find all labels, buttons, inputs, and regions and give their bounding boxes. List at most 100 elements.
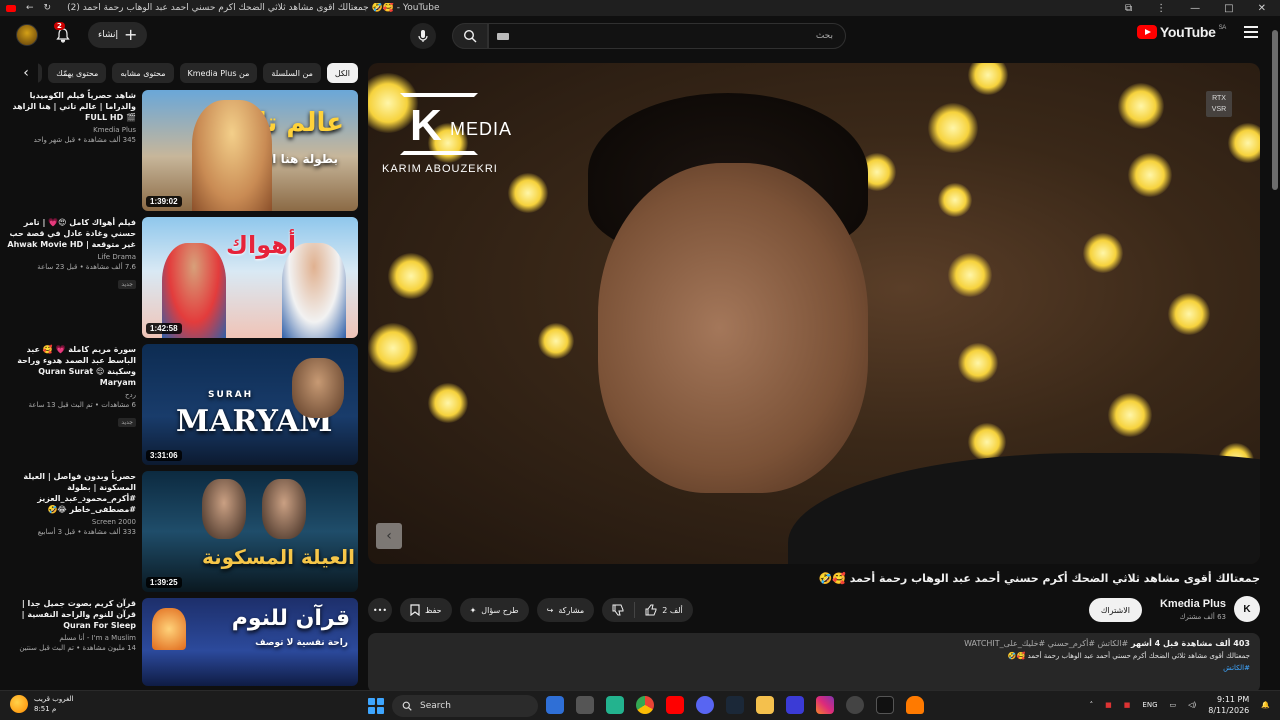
- settings-icon[interactable]: [846, 696, 864, 714]
- youtube-app-icon[interactable]: [666, 696, 684, 714]
- keyboard-icon[interactable]: [497, 33, 509, 40]
- tray-chevron-icon[interactable]: ˄: [1090, 701, 1094, 709]
- description-tags[interactable]: #الكاتش #أكرم_حسني #خليك_على_WATCHIT: [964, 639, 1128, 648]
- chrome-icon[interactable]: [636, 696, 654, 714]
- instagram-icon[interactable]: [816, 696, 834, 714]
- chip-all[interactable]: الكل: [326, 63, 358, 83]
- save-button[interactable]: حفظ: [400, 598, 452, 622]
- more-actions-button[interactable]: •••: [368, 598, 392, 622]
- channel-name[interactable]: I'm a Muslim - أنا مسلم: [6, 634, 136, 642]
- previous-icon[interactable]: ‹: [376, 523, 402, 549]
- plus-icon: +: [124, 25, 138, 44]
- extensions-icon[interactable]: ⧉: [1125, 3, 1132, 14]
- description-box[interactable]: 403 ألف مشاهدة قبل 4 أشهر #الكاتش #أكرم_…: [368, 633, 1260, 693]
- tiktok-icon[interactable]: [876, 696, 894, 714]
- recommendation-item[interactable]: عالم تاني بطولة هنا الزاهد 1:39:02 شاهد …: [6, 90, 358, 217]
- like-dislike-group: 2 ألف: [602, 598, 693, 622]
- thumbnail-person: [292, 358, 344, 418]
- thumbnail-subtitle: SURAH: [208, 390, 254, 400]
- channel-avatar[interactable]: K: [1234, 596, 1260, 622]
- recommendation-item[interactable]: قرآن للنوم راحة نفسية لا توصف قرآن كريم …: [6, 598, 358, 688]
- video-title[interactable]: فيلم أهواك كامل 😍💗 | تامر حسني وغادة عاد…: [6, 217, 136, 250]
- soundcloud-icon[interactable]: [906, 696, 924, 714]
- thumbnail-person: [192, 100, 272, 211]
- description-hashtag[interactable]: #الكاتش: [378, 664, 1250, 672]
- video-title[interactable]: قرآن كريم بصوت جميل جدا | قرآن للنوم وال…: [6, 598, 136, 631]
- kmedia-frame-icon: K MEDIA: [400, 93, 511, 155]
- tab-favicon-icon: [6, 4, 16, 12]
- video-stats: 7.6 ألف مشاهدة • قبل 23 ساعة: [37, 263, 136, 271]
- taskbar-search[interactable]: Search: [392, 695, 538, 717]
- channel-name[interactable]: Kmedia Plus: [6, 126, 136, 134]
- recommendation-item[interactable]: أهواك 1:42:58 فيلم أهواك كامل 😍💗 | تامر …: [6, 217, 358, 344]
- video-thumbnail[interactable]: قرآن للنوم راحة نفسية لا توصف: [142, 598, 358, 686]
- task-view-icon[interactable]: [546, 696, 564, 714]
- channel-name[interactable]: Screen 2000: [6, 518, 136, 526]
- guide-menu-icon[interactable]: [1244, 26, 1258, 38]
- thumbs-up-icon: [645, 604, 657, 616]
- share-label: مشاركة: [558, 605, 585, 615]
- notifications-button[interactable]: 2: [52, 22, 74, 46]
- channel-name[interactable]: ردح: [6, 391, 136, 399]
- dislike-button[interactable]: [602, 598, 634, 622]
- create-button[interactable]: إنشاء +: [88, 22, 148, 48]
- chip-from-channel[interactable]: من Kmedia Plus: [179, 63, 258, 83]
- app-icon[interactable]: [606, 696, 624, 714]
- start-button-icon[interactable]: [368, 698, 384, 714]
- reload-icon[interactable]: ↻: [44, 3, 52, 13]
- channel-name[interactable]: Kmedia Plus: [1160, 598, 1226, 610]
- thumbnail-subtitle: راحة نفسية لا توصف: [255, 638, 348, 648]
- menu-dots-icon[interactable]: ⋮: [1156, 3, 1166, 14]
- new-badge: جديد: [118, 280, 136, 289]
- page-scrollbar[interactable]: [1272, 30, 1278, 190]
- video-thumbnail[interactable]: عالم تاني بطولة هنا الزاهد 1:39:02: [142, 90, 358, 211]
- video-title[interactable]: سورة مريم كاملة 💗 🥰 عبد الباسط عبد الصمد…: [6, 344, 136, 388]
- back-icon[interactable]: ←: [26, 3, 34, 13]
- account-avatar[interactable]: [16, 24, 38, 46]
- volume-icon[interactable]: ◁): [1188, 701, 1196, 709]
- notification-bell-icon[interactable]: 🔔: [1261, 701, 1270, 709]
- clock[interactable]: 9:11 PM 8/11/2026: [1208, 694, 1249, 716]
- youtube-logo[interactable]: YouTube SA: [1136, 24, 1226, 40]
- chip-similar[interactable]: محتوى مشابه: [112, 63, 174, 83]
- video-title[interactable]: حصرياً وبدون فواصل | العيلة المسكونة | ب…: [6, 471, 136, 515]
- chips-scroll-left-icon[interactable]: ‹: [14, 62, 38, 84]
- search-input[interactable]: بحث: [488, 23, 846, 49]
- chip-for-you[interactable]: محتوى يهمّك: [48, 63, 107, 83]
- tray-app-icon[interactable]: ■: [1105, 701, 1112, 709]
- ask-button[interactable]: ✦ طرح سؤال: [459, 598, 529, 622]
- like-button[interactable]: 2 ألف: [635, 598, 693, 622]
- file-explorer-icon[interactable]: [756, 696, 774, 714]
- store-icon[interactable]: [576, 696, 594, 714]
- chip-from-series[interactable]: من السلسلة: [263, 63, 321, 83]
- search-icon: [463, 29, 477, 43]
- channel-name[interactable]: Life Drama: [6, 253, 136, 261]
- share-button[interactable]: ↪ مشاركة: [536, 598, 595, 622]
- masthead: 2 إنشاء + بحث YouTube SA: [0, 16, 1280, 56]
- app-icon[interactable]: [786, 696, 804, 714]
- network-icon[interactable]: ▭: [1170, 701, 1177, 709]
- recommendation-item[interactable]: SURAH MARYAM 3:31:06 سورة مريم كاملة 💗 🥰…: [6, 344, 358, 471]
- recommendation-item[interactable]: العيلة المسكونة 1:39:25 حصرياً وبدون فوا…: [6, 471, 358, 598]
- video-thumbnail[interactable]: العيلة المسكونة 1:39:25: [142, 471, 358, 592]
- weather-widget[interactable]: الغروب قريب 8:51 م: [10, 694, 74, 714]
- close-button[interactable]: ✕: [1258, 3, 1266, 14]
- thumbnail-title: قرآن للنوم: [231, 606, 350, 631]
- maximize-button[interactable]: □: [1224, 3, 1233, 14]
- voice-search-button[interactable]: [410, 23, 436, 49]
- video-thumbnail[interactable]: SURAH MARYAM 3:31:06: [142, 344, 358, 465]
- steam-icon[interactable]: [726, 696, 744, 714]
- video-thumbnail[interactable]: أهواك 1:42:58: [142, 217, 358, 338]
- subscribe-button[interactable]: الاشتراك: [1088, 598, 1142, 622]
- language-indicator[interactable]: ENG: [1142, 701, 1157, 709]
- clock-time: 9:11 PM: [1217, 695, 1250, 704]
- thumbnail-title: العيلة المسكونة: [202, 545, 356, 569]
- minimize-button[interactable]: —: [1190, 3, 1200, 14]
- video-title[interactable]: شاهد حصرياً فيلم الكوميديا والدراما | عا…: [6, 90, 137, 123]
- video-player[interactable]: K MEDIA KARIM ABOUZEKRI RTX VSR ‹: [368, 63, 1260, 564]
- discord-icon[interactable]: [696, 696, 714, 714]
- search-button[interactable]: [452, 23, 488, 49]
- rtx-vsr-badge[interactable]: RTX VSR: [1206, 91, 1232, 117]
- tray-app-icon[interactable]: ■: [1124, 701, 1131, 709]
- video-stats: 14 مليون مشاهدة • تم البث قبل سنتين: [19, 644, 136, 652]
